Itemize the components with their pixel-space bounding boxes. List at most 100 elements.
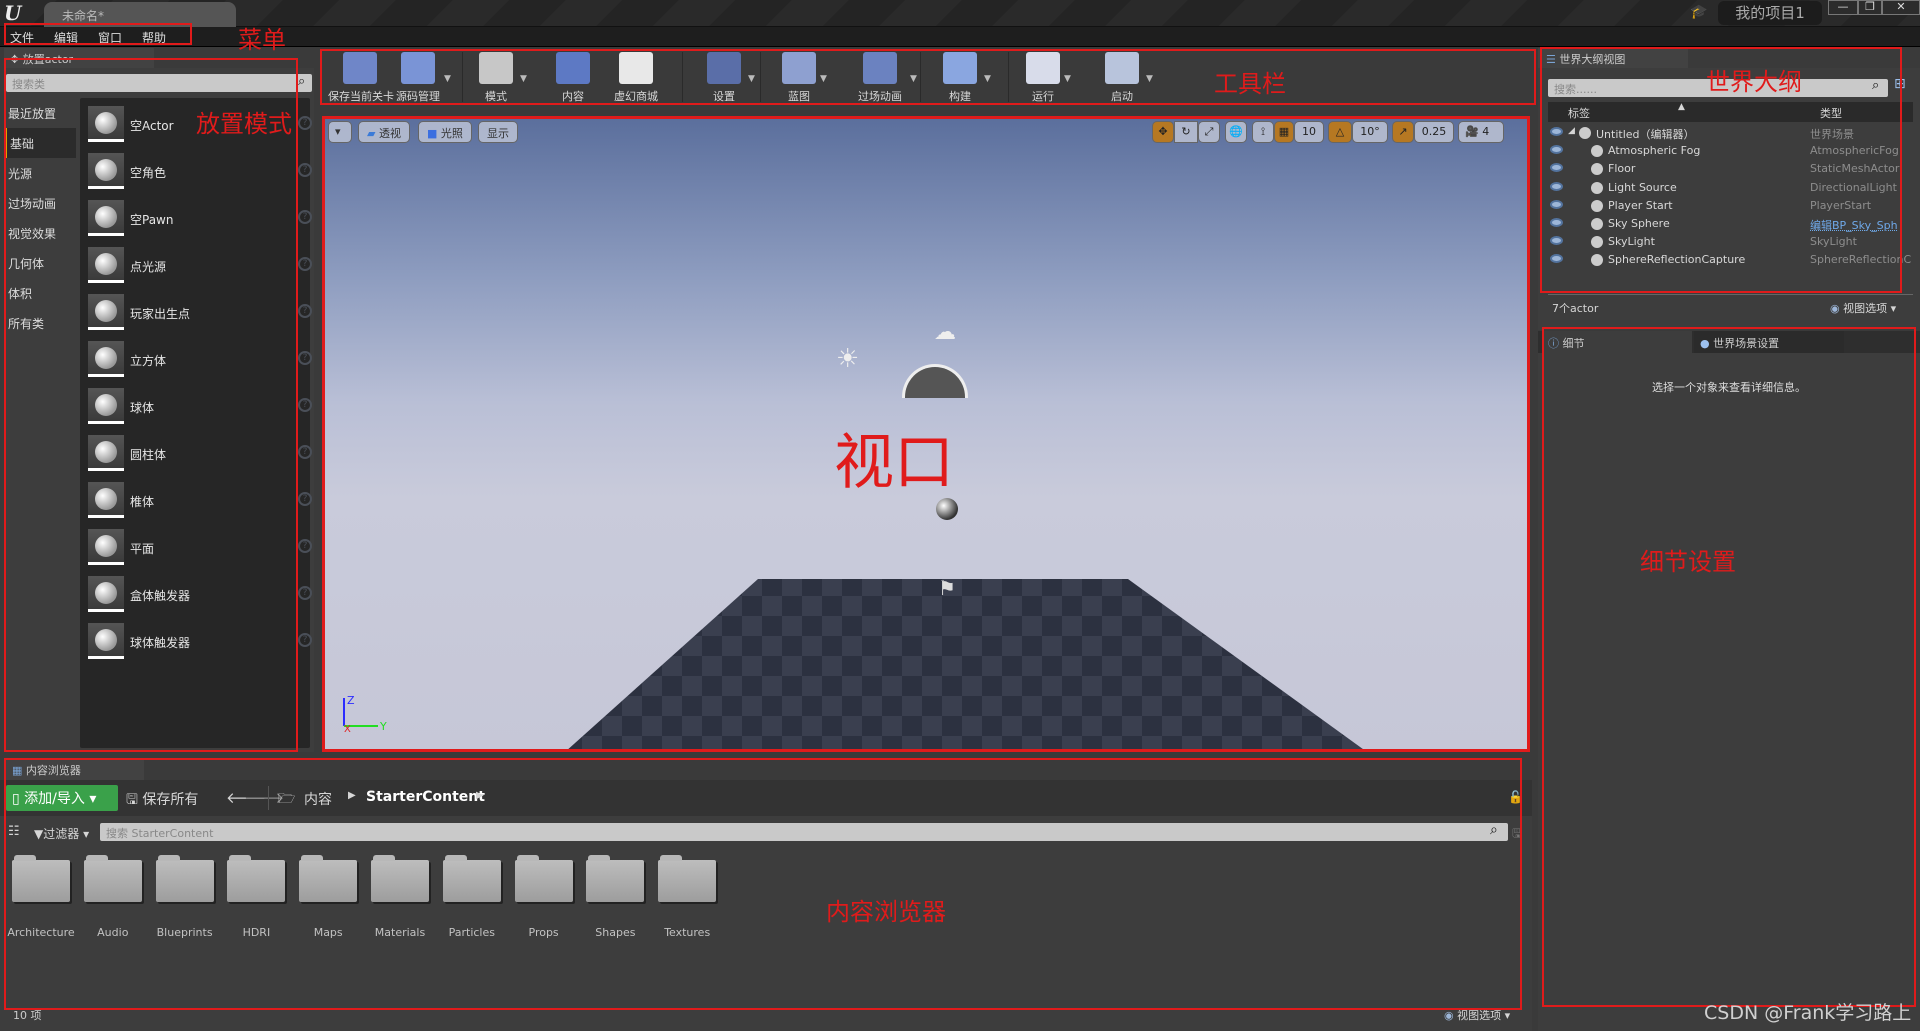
reflection-capture-icon[interactable] — [936, 498, 958, 520]
help-icon[interactable]: ? — [298, 492, 312, 506]
scale-snap-value[interactable]: 0.25 — [1414, 121, 1454, 143]
toolbar-dropdown-arrow-icon[interactable]: ▼ — [1146, 74, 1153, 84]
toolbar-button[interactable]: 内容 — [548, 48, 598, 106]
folder-label[interactable]: Materials — [364, 926, 436, 939]
menu-window[interactable]: 窗口 — [98, 29, 122, 46]
actor-type[interactable]: 编辑BP_Sky_Sph — [1810, 217, 1898, 233]
toolbar-button[interactable]: 蓝图 — [774, 48, 824, 106]
placeable-item[interactable]: 点光源? — [88, 247, 312, 291]
category-volumes[interactable]: 体积 — [4, 278, 76, 308]
column-type[interactable]: 类型 — [1820, 105, 1842, 121]
help-icon[interactable]: ? — [298, 257, 312, 271]
folder-icon[interactable] — [12, 855, 70, 902]
visibility-eye-icon[interactable] — [1550, 127, 1563, 136]
category-recent[interactable]: 最近放置 — [4, 98, 76, 128]
help-icon[interactable]: ? — [298, 633, 312, 647]
folder-icon[interactable] — [83, 855, 142, 902]
rotation-snap-value[interactable]: 10° — [1352, 121, 1388, 143]
save-search-icon[interactable]: 🖫 — [1512, 824, 1522, 845]
placeable-item[interactable]: 椎体? — [88, 482, 312, 526]
viewport-options-dropdown[interactable]: ▾ — [328, 121, 352, 143]
scale-tool-icon[interactable]: ⤢ — [1198, 121, 1220, 143]
toolbar-dropdown-arrow-icon[interactable]: ▼ — [444, 74, 451, 84]
menu-edit[interactable]: 编辑 — [54, 29, 78, 46]
folder-label[interactable]: Particles — [436, 926, 508, 939]
folder-icon[interactable] — [371, 855, 429, 902]
close-button[interactable]: ✕ — [1882, 0, 1920, 15]
help-icon[interactable]: ? — [298, 398, 312, 412]
placeable-item[interactable]: 球体触发器? — [88, 623, 312, 667]
outliner-row[interactable]: SphereReflectionCapture SphereReflectionC — [1538, 251, 1913, 269]
document-tab[interactable]: 未命名* — [44, 2, 236, 27]
help-icon[interactable]: ? — [298, 351, 312, 365]
atmospheric-fog-icon[interactable]: ☁ — [934, 320, 956, 345]
column-label[interactable]: 标签 — [1568, 105, 1590, 121]
folder-label[interactable]: Audio — [77, 926, 149, 939]
toolbar-button[interactable]: 模式 — [468, 48, 524, 106]
expand-arrow-icon[interactable]: ◢ — [1568, 126, 1575, 136]
category-lights[interactable]: 光源 — [4, 158, 76, 188]
minimize-button[interactable]: — — [1828, 0, 1858, 15]
lock-icon[interactable]: 🔓 — [1508, 790, 1523, 804]
help-icon[interactable]: ? — [298, 163, 312, 177]
category-visual-effects[interactable]: 视觉效果 — [4, 218, 76, 248]
menu-help[interactable]: 帮助 — [142, 29, 166, 46]
category-all-classes[interactable]: 所有类 — [4, 308, 76, 338]
placeable-item[interactable]: 空角色? — [88, 153, 312, 197]
placeable-item[interactable]: 立方体? — [88, 341, 312, 385]
toolbar-button[interactable]: 保存当前关卡 — [328, 48, 394, 106]
class-search-input[interactable]: 搜索类 — [6, 74, 312, 92]
lit-button[interactable]: ■ 光照 — [418, 121, 472, 143]
placeable-item[interactable]: 圆柱体? — [88, 435, 312, 479]
placeable-item[interactable]: 盒体触发器? — [88, 576, 312, 620]
outliner-row[interactable]: Light Source DirectionalLight — [1538, 179, 1913, 197]
placeable-item[interactable]: 球体? — [88, 388, 312, 432]
folder-label[interactable]: Blueprints — [149, 926, 221, 939]
toolbar-dropdown-arrow-icon[interactable]: ▼ — [748, 74, 755, 84]
help-icon[interactable]: ? — [298, 539, 312, 553]
outliner-row[interactable]: Sky Sphere 编辑BP_Sky_Sph — [1538, 215, 1913, 233]
folder-icon[interactable] — [514, 855, 573, 902]
help-icon[interactable]: ? — [298, 210, 312, 224]
placeable-item[interactable]: 平面? — [88, 529, 312, 573]
toolbar-dropdown-arrow-icon[interactable]: ▼ — [910, 74, 917, 84]
folder-label[interactable]: Maps — [292, 926, 364, 939]
add-folder-icon[interactable]: ⊞ — [1894, 76, 1906, 92]
placeable-item[interactable]: 玩家出生点? — [88, 294, 312, 338]
content-view-options[interactable]: ◉ 视图选项 ▾ — [1444, 1007, 1510, 1023]
tab-world-settings[interactable]: ● 世界场景设置 — [1694, 331, 1844, 353]
toolbar-button[interactable]: 源码管理 — [388, 48, 448, 106]
folder-label[interactable]: Textures — [651, 926, 723, 939]
outliner-tab[interactable]: ☰ 世界大纲视图 — [1538, 48, 1688, 68]
toolbar-dropdown-arrow-icon[interactable]: ▼ — [820, 74, 827, 84]
scale-snap-icon[interactable]: ↗ — [1392, 121, 1414, 143]
grid-snap-value[interactable]: 10 — [1294, 121, 1324, 143]
visibility-eye-icon[interactable] — [1550, 254, 1563, 264]
tab-details[interactable]: ⓘ 细节 — [1542, 331, 1692, 353]
content-browser-tab[interactable]: ▦ 内容浏览器 — [4, 758, 144, 780]
world-local-icon[interactable]: 🌐 — [1225, 121, 1247, 143]
outliner-row[interactable]: Player Start PlayerStart — [1538, 197, 1913, 215]
restore-button[interactable]: ❐ — [1858, 0, 1882, 15]
rotation-snap-icon[interactable]: △ — [1328, 121, 1352, 143]
folder-icon[interactable] — [227, 855, 286, 902]
help-icon[interactable]: ? — [298, 304, 312, 318]
category-basic[interactable]: 基础 — [4, 128, 76, 158]
outliner-view-options[interactable]: ◉ 视图选项 ▾ — [1830, 300, 1896, 316]
visibility-eye-icon[interactable] — [1550, 145, 1563, 155]
toolbar-button[interactable]: 过场动画 — [846, 48, 914, 106]
outliner-row[interactable]: Atmospheric Fog AtmosphericFog — [1538, 142, 1913, 160]
rotate-tool-icon[interactable]: ↻ — [1174, 121, 1198, 143]
outliner-row[interactable]: Floor StaticMeshActor — [1538, 160, 1913, 178]
toolbar-dropdown-arrow-icon[interactable]: ▼ — [1064, 74, 1071, 84]
visibility-eye-icon[interactable] — [1550, 163, 1563, 173]
folder-icon[interactable] — [299, 855, 358, 902]
help-icon[interactable]: ? — [298, 586, 312, 600]
camera-speed[interactable]: 🎥 4 — [1458, 121, 1504, 143]
outliner-row[interactable]: ◢ Untitled（编辑器） 世界场景 — [1538, 124, 1913, 142]
grid-snap-icon[interactable]: ▦ — [1274, 121, 1294, 143]
folder-icon[interactable] — [155, 855, 214, 902]
help-icon[interactable]: ? — [298, 445, 312, 459]
visibility-eye-icon[interactable] — [1550, 199, 1563, 209]
visibility-eye-icon[interactable] — [1550, 181, 1563, 191]
